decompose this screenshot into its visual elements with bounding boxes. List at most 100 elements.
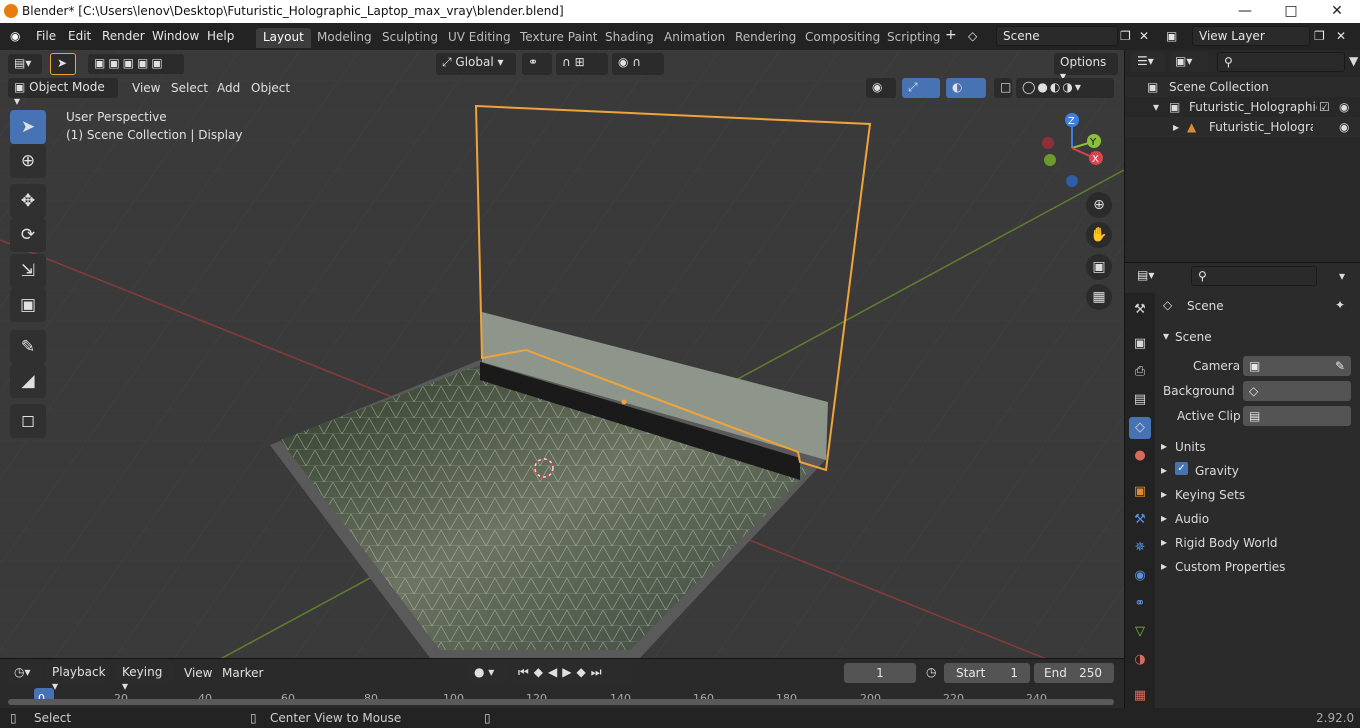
add-workspace-icon[interactable]: + [945, 27, 957, 43]
render-tab-icon[interactable]: ▣ [1129, 333, 1151, 355]
transform-orientation-dropdown[interactable]: ⤢ Global ▾ [436, 53, 516, 75]
tab-uv-editing[interactable]: UV Editing [441, 28, 518, 48]
visibility-dropdown[interactable]: ◉ [866, 78, 896, 98]
eyedropper-icon[interactable]: ✎ [1335, 356, 1345, 376]
outliner-row-collection[interactable]: ▾ ▣ Futuristic_Holographic_L ☑ ◉ [1125, 97, 1360, 117]
pin-icon[interactable]: ✦ [1335, 298, 1345, 312]
tool-scale[interactable]: ⇲ [10, 254, 46, 288]
pan-button[interactable]: ✋ [1086, 222, 1112, 248]
collection-checkbox-icon[interactable]: ☑ [1319, 97, 1330, 117]
menu-render[interactable]: Render [102, 29, 145, 43]
properties-search-input[interactable]: ⚲ [1191, 266, 1317, 286]
menu-file[interactable]: File [36, 29, 56, 43]
viewport-menu-object[interactable]: Object [251, 81, 290, 95]
material-tab-icon[interactable]: ◑ [1129, 649, 1151, 671]
preview-range-icon[interactable]: ◷ [926, 665, 936, 679]
particles-tab-icon[interactable]: ✵ [1129, 537, 1151, 559]
menu-help[interactable]: Help [207, 29, 234, 43]
proportional-edit-toggle[interactable]: ◉ ∩ [612, 53, 664, 75]
tool-move[interactable]: ✥ [10, 184, 46, 218]
blender-menu-icon[interactable]: ◉ [10, 29, 20, 43]
subpanel-units[interactable]: ▸ Units [1161, 439, 1351, 459]
shading-mode-group[interactable]: ◯●◐◑▾ [1016, 78, 1114, 98]
background-field[interactable]: ◇ [1243, 381, 1351, 401]
tab-shading[interactable]: Shading [598, 28, 661, 48]
timeline-menu-view[interactable]: View [184, 666, 212, 680]
3d-viewport[interactable]: Z Y X ▤▾ ➤ ▣▣▣▣▣ ⤢ Global ▾ ⚭ ∩ ⊞ ◉ ∩ Op… [0, 50, 1124, 658]
object-tab-icon[interactable]: ▣ [1129, 481, 1151, 503]
camera-field[interactable]: ▣ ✎ [1243, 356, 1351, 376]
menu-window[interactable]: Window [152, 29, 199, 43]
close-window-button[interactable]: ✕ [1314, 0, 1360, 23]
gizmo-neg-x-ball[interactable] [1042, 137, 1054, 149]
outliner-row-scene-collection[interactable]: ▣ Scene Collection [1125, 77, 1360, 97]
overlays-toggle[interactable]: ◐ [946, 78, 986, 98]
delete-view-layer-icon[interactable]: ✕ [1336, 29, 1346, 43]
gravity-checkbox[interactable]: ✓ [1175, 462, 1188, 475]
tool-cursor[interactable]: ⊕ [10, 144, 46, 178]
texture-tab-icon[interactable]: ▦ [1129, 685, 1151, 707]
view-layer-tab-icon[interactable]: ▤ [1129, 389, 1151, 411]
playback-dropdown[interactable]: Playback ▾ [46, 663, 110, 693]
outliner-search-input[interactable]: ⚲ [1217, 52, 1345, 72]
viewport-menu-view[interactable]: View [132, 81, 160, 95]
tool-measure[interactable]: ◢ [10, 364, 46, 398]
subpanel-audio[interactable]: ▸ Audio [1161, 511, 1351, 531]
delete-scene-icon[interactable]: ✕ [1139, 29, 1149, 43]
new-scene-icon[interactable]: ❐ [1120, 29, 1131, 43]
menu-edit[interactable]: Edit [68, 29, 91, 43]
pivot-point-dropdown[interactable]: ⚭ [522, 53, 552, 75]
tool-add-cube[interactable]: ◻ [10, 404, 46, 438]
expand-triangle-icon[interactable]: ▾ [1153, 97, 1159, 117]
zoom-button[interactable]: ⊕ [1086, 192, 1112, 218]
snap-toggle[interactable]: ∩ ⊞ [556, 53, 608, 75]
scene-field[interactable]: Scene [996, 26, 1118, 46]
tab-scripting[interactable]: Scripting [880, 28, 947, 48]
selection-mode-group[interactable]: ▣▣▣▣▣ [88, 54, 184, 74]
outliner-editor-type[interactable]: ☰▾ [1131, 52, 1165, 72]
maximize-button[interactable]: □ [1268, 0, 1314, 23]
collection-eye-icon[interactable]: ◉ [1339, 97, 1349, 117]
mode-dropdown[interactable]: ▣ Object Mode ▾ [8, 78, 118, 108]
output-tab-icon[interactable]: ⎙ [1129, 361, 1151, 383]
view-layer-field[interactable]: View Layer [1192, 26, 1310, 46]
expand-right-icon[interactable]: ▸ [1173, 117, 1179, 137]
gizmo-neg-z-ball[interactable] [1066, 175, 1078, 187]
options-dropdown[interactable]: Options ▾ [1054, 53, 1118, 83]
tab-rendering[interactable]: Rendering [728, 28, 803, 48]
subpanel-custom-properties[interactable]: ▸ Custom Properties [1161, 559, 1351, 579]
view-layer-icon[interactable]: ▣ [1166, 29, 1177, 43]
tool-select-box[interactable]: ➤ [10, 110, 46, 144]
data-tab-icon[interactable]: ▽ [1129, 621, 1151, 643]
filter-icon[interactable]: ▼ [1349, 54, 1358, 68]
tool-transform[interactable]: ▣ [10, 288, 46, 322]
playback-controls[interactable]: ⏮◆◀▶◆⏭ [512, 663, 632, 683]
constraints-tab-icon[interactable]: ⚭ [1129, 593, 1151, 615]
tool-rotate[interactable]: ⟳ [10, 218, 46, 252]
scene-panel-header[interactable]: Scene [1175, 330, 1212, 344]
select-tool-button[interactable]: ➤ [50, 53, 76, 75]
display-mode-dropdown[interactable]: ▣▾ [1169, 52, 1209, 72]
timeline-scrollbar[interactable] [8, 699, 1114, 705]
gizmo-toggle[interactable]: ⤢ [902, 78, 940, 98]
tool-tab-icon[interactable]: ⚒ [1129, 299, 1151, 321]
keying-dropdown[interactable]: Keying ▾ [116, 663, 174, 693]
physics-tab-icon[interactable]: ◉ [1129, 565, 1151, 587]
world-tab-icon[interactable]: ● [1129, 445, 1151, 467]
tool-annotate[interactable]: ✎ [10, 330, 46, 364]
tab-layout[interactable]: Layout [256, 28, 311, 48]
panel-collapse-icon[interactable]: ▾ [1163, 329, 1169, 343]
props-options-chevron-icon[interactable]: ▾ [1339, 269, 1345, 283]
tab-modeling[interactable]: Modeling [310, 28, 379, 48]
outliner-row-object[interactable]: ▸ ▲ Futuristic_Holograph ◉ [1125, 117, 1360, 137]
tab-compositing[interactable]: Compositing [798, 28, 887, 48]
subpanel-rigid-body-world[interactable]: ▸ Rigid Body World [1161, 535, 1351, 555]
tab-sculpting[interactable]: Sculpting [375, 28, 445, 48]
object-eye-icon[interactable]: ◉ [1339, 117, 1349, 137]
tab-texture-paint[interactable]: Texture Paint [513, 28, 604, 48]
scene-tab-icon[interactable]: ◇ [1129, 417, 1151, 439]
minimize-button[interactable]: — [1222, 0, 1268, 23]
scene-selector-icon[interactable]: ◇ [968, 29, 977, 43]
xray-toggle[interactable]: □ [994, 78, 1012, 98]
modifier-tab-icon[interactable]: ⚒ [1129, 509, 1151, 531]
